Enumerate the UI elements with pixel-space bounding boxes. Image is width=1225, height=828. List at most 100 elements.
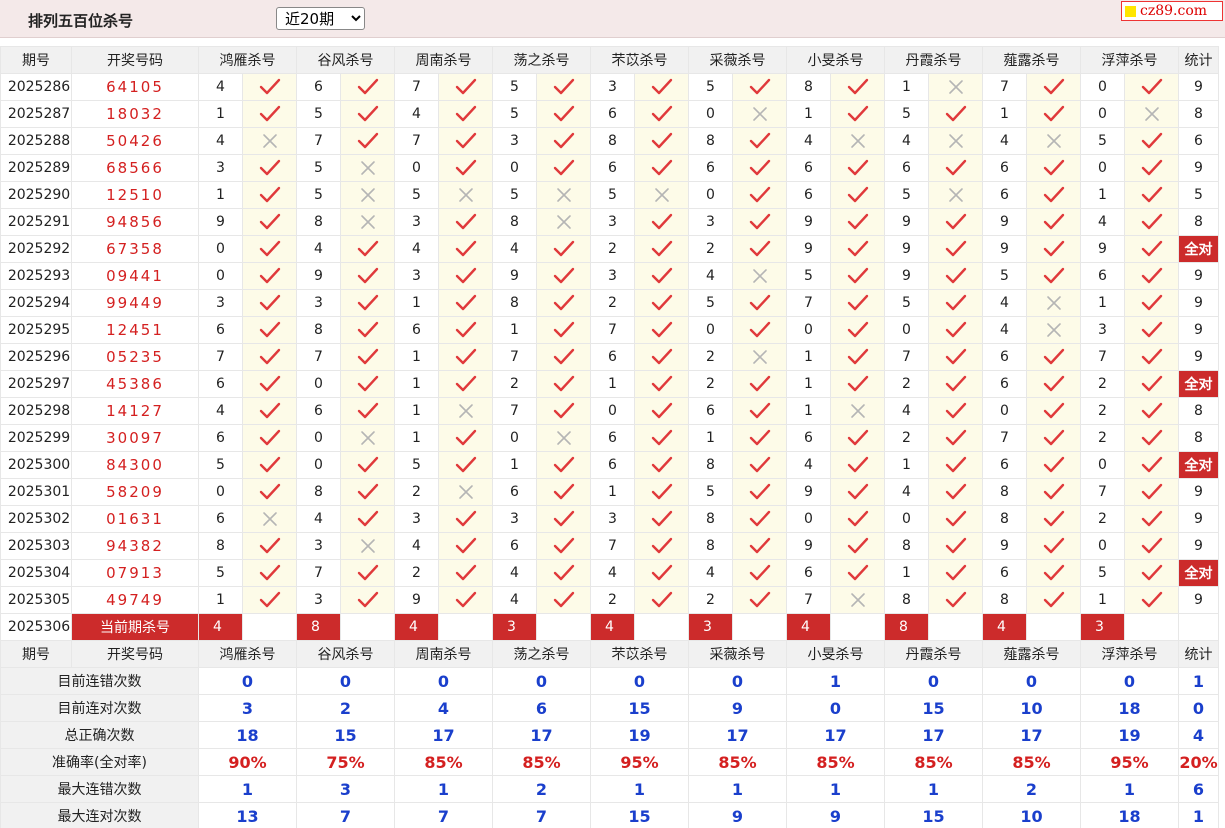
kill-number: 0 <box>198 235 243 263</box>
kill-number: 0 <box>296 370 341 398</box>
kill-number: 8 <box>688 127 733 155</box>
summary-stat: 0 <box>1178 694 1219 722</box>
miss-mark <box>340 424 395 452</box>
cross-icon <box>1046 323 1061 337</box>
hit-mark <box>438 289 493 317</box>
period-cell: 2025299 <box>0 424 72 452</box>
check-icon <box>259 402 280 419</box>
hit-mark <box>1026 262 1081 290</box>
kill-number: 6 <box>198 424 243 452</box>
hit-mark <box>732 235 787 263</box>
check-icon <box>1141 510 1162 527</box>
hit-mark <box>242 559 297 587</box>
kill-number: 3 <box>198 154 243 182</box>
check-icon <box>749 429 770 446</box>
stat-cell: 9 <box>1178 154 1219 182</box>
hit-mark <box>732 73 787 101</box>
check-icon <box>455 78 476 95</box>
hit-mark <box>340 370 395 398</box>
kill-number: 8 <box>982 478 1027 506</box>
period-cell: 2025288 <box>0 127 72 155</box>
kill-number: 7 <box>296 127 341 155</box>
check-icon <box>1141 375 1162 392</box>
stat-cell: 9 <box>1178 289 1219 317</box>
range-select[interactable]: 近20期 <box>276 7 365 30</box>
cross-icon <box>556 188 571 202</box>
kill-number: 2 <box>590 289 635 317</box>
hit-mark <box>1026 586 1081 614</box>
kill-number: 6 <box>786 154 831 182</box>
check-icon <box>1141 159 1162 176</box>
summary-value: 17 <box>688 721 787 749</box>
hit-mark <box>242 532 297 560</box>
hit-mark <box>928 424 983 452</box>
check-icon <box>651 294 672 311</box>
check-icon <box>1141 591 1162 608</box>
summary-value: 1 <box>198 775 297 803</box>
kill-number: 5 <box>688 73 733 101</box>
check-icon <box>455 429 476 446</box>
check-icon <box>1043 267 1064 284</box>
kill-number: 6 <box>198 316 243 344</box>
check-icon <box>651 321 672 338</box>
kill-number: 9 <box>884 208 929 236</box>
cross-icon <box>360 188 375 202</box>
stat-cell: 9 <box>1178 73 1219 101</box>
kill-number: 9 <box>198 208 243 236</box>
kill-number: 0 <box>296 451 341 479</box>
check-icon <box>455 564 476 581</box>
check-icon <box>259 240 280 257</box>
check-icon <box>455 456 476 473</box>
check-icon <box>945 267 966 284</box>
hit-mark <box>340 343 395 371</box>
kill-number: 8 <box>198 532 243 560</box>
current-kill-number: 4 <box>590 613 635 641</box>
hit-mark <box>438 586 493 614</box>
hit-mark <box>634 505 689 533</box>
kill-number: 4 <box>198 397 243 425</box>
summary-value: 17 <box>982 721 1081 749</box>
period-cell: 2025292 <box>0 235 72 263</box>
check-icon <box>847 564 868 581</box>
current-kill-number: 3 <box>492 613 537 641</box>
stat-cell: 9 <box>1178 262 1219 290</box>
col-header-expert: 周南杀号 <box>394 640 493 668</box>
check-icon <box>1043 510 1064 527</box>
hit-mark <box>1124 262 1179 290</box>
draw-number: 94856 <box>71 208 199 236</box>
hit-mark <box>634 397 689 425</box>
check-icon <box>357 321 378 338</box>
summary-label: 总正确次数 <box>0 721 199 749</box>
kill-number: 0 <box>884 505 929 533</box>
check-icon <box>749 402 770 419</box>
miss-mark <box>1026 127 1081 155</box>
check-icon <box>259 321 280 338</box>
site-logo[interactable]: cz89.com <box>1121 1 1223 21</box>
check-icon <box>357 78 378 95</box>
check-icon <box>553 375 574 392</box>
summary-value: 7 <box>296 802 395 828</box>
cross-icon <box>752 350 767 364</box>
kill-number: 6 <box>198 505 243 533</box>
check-icon <box>1043 402 1064 419</box>
stat-cell: 8 <box>1178 424 1219 452</box>
summary-value: 0 <box>590 667 689 695</box>
hit-mark <box>634 289 689 317</box>
current-stat-blank <box>1178 613 1219 641</box>
hit-mark <box>830 289 885 317</box>
summary-value: 9 <box>688 694 787 722</box>
kill-number: 2 <box>884 370 929 398</box>
kill-number: 6 <box>296 397 341 425</box>
hit-mark <box>928 100 983 128</box>
hit-mark <box>438 127 493 155</box>
check-icon <box>1141 483 1162 500</box>
hit-mark <box>928 235 983 263</box>
summary-value: 95% <box>590 748 689 776</box>
hit-mark <box>340 127 395 155</box>
kill-number: 3 <box>492 505 537 533</box>
cross-icon <box>458 188 473 202</box>
kill-number: 8 <box>492 289 537 317</box>
hit-mark <box>732 586 787 614</box>
check-icon <box>651 591 672 608</box>
kill-number: 4 <box>394 100 439 128</box>
